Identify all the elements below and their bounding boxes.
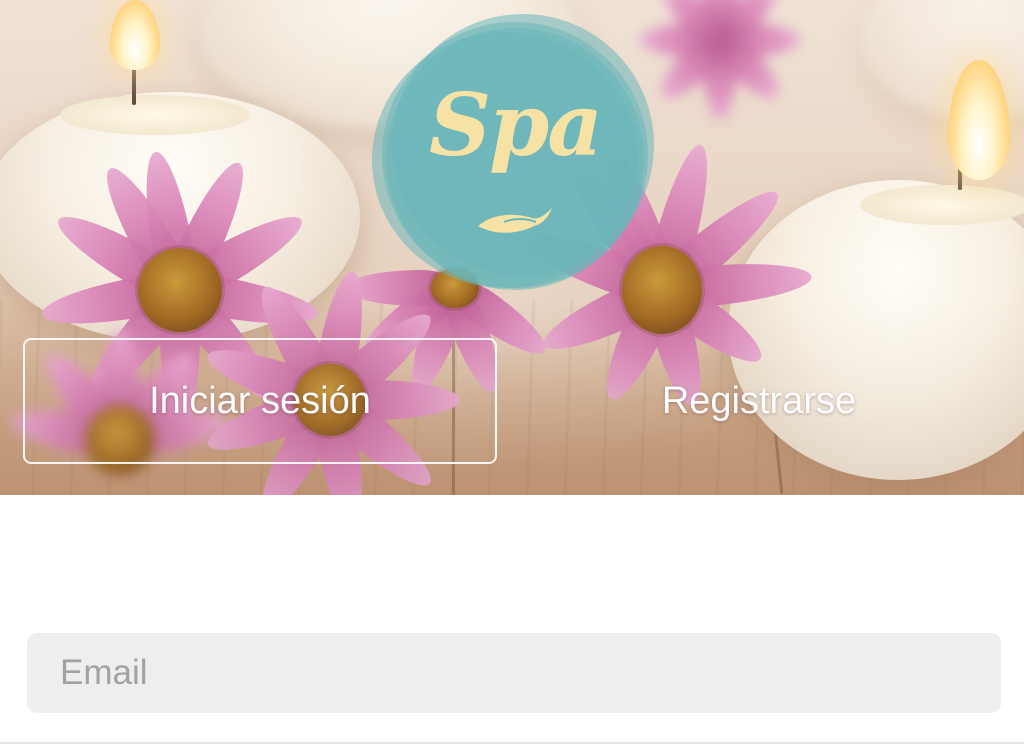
login-screen: Spa Iniciar sesión Registrarse [0, 0, 1024, 748]
spa-logo: Spa [372, 14, 658, 296]
divider [0, 742, 1024, 744]
leaf-icon [478, 208, 552, 233]
tab-login-label: Iniciar sesión [149, 379, 371, 422]
tab-register[interactable]: Registrarse [522, 338, 996, 464]
tab-login[interactable]: Iniciar sesión [23, 338, 497, 464]
hero-banner: Spa Iniciar sesión Registrarse [0, 0, 1024, 495]
logo-text: Spa [429, 75, 603, 176]
email-field[interactable] [27, 633, 1001, 713]
login-form [0, 495, 1024, 748]
tab-register-label: Registrarse [661, 379, 857, 422]
